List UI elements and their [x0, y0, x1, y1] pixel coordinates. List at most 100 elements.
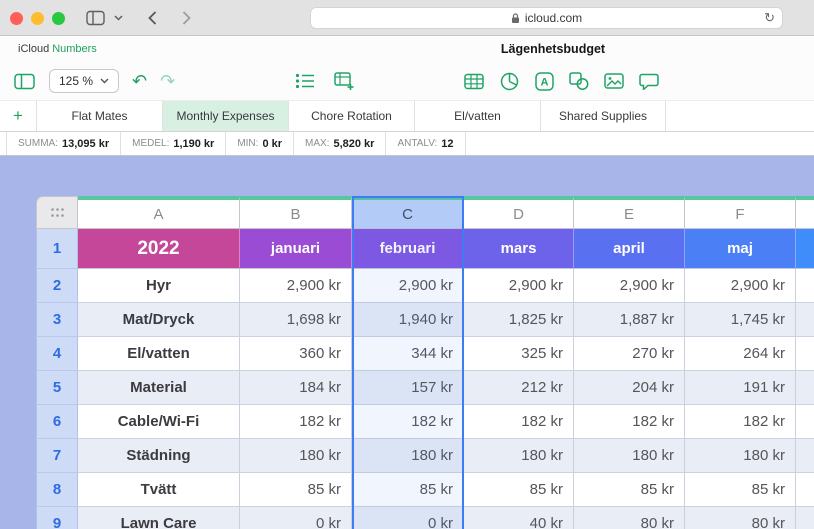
document-title[interactable]: Lägenhetsbudget	[501, 42, 605, 56]
insert-text-button[interactable]: A	[532, 69, 556, 93]
cell-G5[interactable]	[796, 371, 814, 405]
cell-A1[interactable]: 2022	[78, 229, 240, 269]
cell-B3[interactable]: 1,698 kr	[240, 303, 352, 337]
row-header-2[interactable]: 2	[36, 269, 78, 303]
comment-button[interactable]	[637, 69, 661, 93]
chevron-down-icon[interactable]	[114, 15, 123, 21]
back-button[interactable]	[148, 11, 157, 25]
undo-button[interactable]: ↶	[132, 72, 147, 90]
column-header-B[interactable]: B	[240, 196, 352, 229]
cell-F9[interactable]: 80 kr	[685, 507, 796, 529]
insert-shape-button[interactable]	[567, 69, 591, 93]
reload-button[interactable]: ↻	[764, 10, 775, 26]
cell-A7[interactable]: Städning	[78, 439, 240, 473]
tab-shared-supplies[interactable]: Shared Supplies	[540, 101, 666, 131]
cell-D1[interactable]: mars	[464, 229, 574, 269]
cell-G9[interactable]	[796, 507, 814, 529]
cell-D7[interactable]: 180 kr	[464, 439, 574, 473]
cell-A9[interactable]: Lawn Care	[78, 507, 240, 529]
cell-B7[interactable]: 180 kr	[240, 439, 352, 473]
column-header-D[interactable]: D	[464, 196, 574, 229]
cell-D6[interactable]: 182 kr	[464, 405, 574, 439]
row-header-8[interactable]: 8	[36, 473, 78, 507]
tab-el-vatten[interactable]: El/vatten	[414, 101, 540, 131]
cell-A4[interactable]: El/vatten	[78, 337, 240, 371]
view-options-button[interactable]	[293, 69, 317, 93]
cell-A3[interactable]: Mat/Dryck	[78, 303, 240, 337]
cell-D5[interactable]: 212 kr	[464, 371, 574, 405]
cell-E6[interactable]: 182 kr	[574, 405, 685, 439]
cell-G7[interactable]	[796, 439, 814, 473]
minimize-button[interactable]	[31, 12, 44, 25]
cell-C8[interactable]: 85 kr	[352, 473, 464, 507]
cell-B4[interactable]: 360 kr	[240, 337, 352, 371]
cell-C1[interactable]: februari	[352, 229, 464, 269]
cell-C9[interactable]: 0 kr	[352, 507, 464, 529]
cell-G1[interactable]	[796, 229, 814, 269]
insert-chart-button[interactable]	[497, 69, 521, 93]
cell-C6[interactable]: 182 kr	[352, 405, 464, 439]
cell-E9[interactable]: 80 kr	[574, 507, 685, 529]
row-header-6[interactable]: 6	[36, 405, 78, 439]
zoom-window-button[interactable]	[52, 12, 65, 25]
cell-C4[interactable]: 344 kr	[352, 337, 464, 371]
cell-F7[interactable]: 180 kr	[685, 439, 796, 473]
close-button[interactable]	[10, 12, 23, 25]
cell-D2[interactable]: 2,900 kr	[464, 269, 574, 303]
cell-B8[interactable]: 85 kr	[240, 473, 352, 507]
cell-F1[interactable]: maj	[685, 229, 796, 269]
forward-button[interactable]	[182, 11, 191, 25]
column-header-G[interactable]	[796, 196, 814, 229]
row-header-9[interactable]: 9	[36, 507, 78, 529]
cell-E8[interactable]: 85 kr	[574, 473, 685, 507]
cell-A5[interactable]: Material	[78, 371, 240, 405]
sheet-canvas[interactable]: ABCDEF12022januarifebruarimarsaprilmaj2H…	[0, 156, 814, 529]
cell-C2[interactable]: 2,900 kr	[352, 269, 464, 303]
cell-G4[interactable]	[796, 337, 814, 371]
table-drag-handle[interactable]	[36, 196, 78, 229]
icloud-numbers-brand[interactable]: iCloudNumbers	[18, 43, 97, 55]
column-header-C[interactable]: C	[352, 196, 464, 229]
insert-table-button[interactable]	[462, 69, 486, 93]
cell-E7[interactable]: 180 kr	[574, 439, 685, 473]
cell-B2[interactable]: 2,900 kr	[240, 269, 352, 303]
cell-F2[interactable]: 2,900 kr	[685, 269, 796, 303]
cell-G8[interactable]	[796, 473, 814, 507]
tab-monthly-expenses[interactable]: Monthly Expenses	[162, 101, 288, 131]
cell-F3[interactable]: 1,745 kr	[685, 303, 796, 337]
cell-E5[interactable]: 204 kr	[574, 371, 685, 405]
cell-D8[interactable]: 85 kr	[464, 473, 574, 507]
column-header-A[interactable]: A	[78, 196, 240, 229]
cell-G6[interactable]	[796, 405, 814, 439]
row-header-3[interactable]: 3	[36, 303, 78, 337]
cell-A6[interactable]: Cable/Wi-Fi	[78, 405, 240, 439]
cell-F5[interactable]: 191 kr	[685, 371, 796, 405]
cell-B1[interactable]: januari	[240, 229, 352, 269]
cell-F4[interactable]: 264 kr	[685, 337, 796, 371]
cell-A2[interactable]: Hyr	[78, 269, 240, 303]
cell-E2[interactable]: 2,900 kr	[574, 269, 685, 303]
row-header-5[interactable]: 5	[36, 371, 78, 405]
row-header-1[interactable]: 1	[36, 229, 78, 269]
cell-A8[interactable]: Tvätt	[78, 473, 240, 507]
cell-B9[interactable]: 0 kr	[240, 507, 352, 529]
cell-C7[interactable]: 180 kr	[352, 439, 464, 473]
cell-G2[interactable]	[796, 269, 814, 303]
cell-D3[interactable]: 1,825 kr	[464, 303, 574, 337]
tab-flat-mates[interactable]: Flat Mates	[36, 101, 162, 131]
insert-media-button[interactable]	[602, 69, 626, 93]
cell-D9[interactable]: 40 kr	[464, 507, 574, 529]
cell-D4[interactable]: 325 kr	[464, 337, 574, 371]
add-sheet-button[interactable]: +	[0, 101, 36, 131]
cell-B5[interactable]: 184 kr	[240, 371, 352, 405]
panels-button[interactable]	[12, 69, 36, 93]
cell-E1[interactable]: april	[574, 229, 685, 269]
cell-E3[interactable]: 1,887 kr	[574, 303, 685, 337]
cell-G3[interactable]	[796, 303, 814, 337]
zoom-control[interactable]: 125 %	[49, 69, 119, 93]
cell-F6[interactable]: 182 kr	[685, 405, 796, 439]
cell-F8[interactable]: 85 kr	[685, 473, 796, 507]
address-bar[interactable]: icloud.com ↻	[310, 7, 783, 29]
add-table-button[interactable]	[332, 69, 356, 93]
cell-E4[interactable]: 270 kr	[574, 337, 685, 371]
